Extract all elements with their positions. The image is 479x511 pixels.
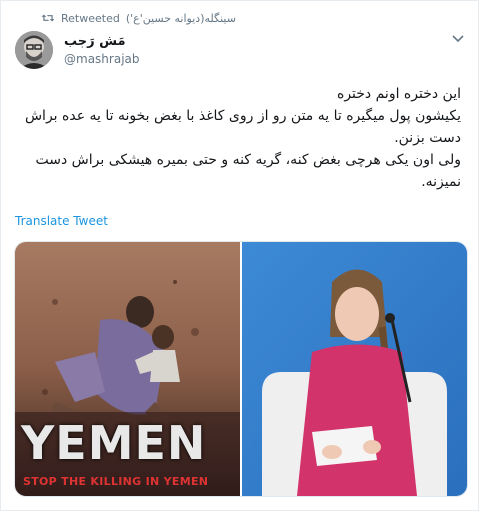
author-display-name[interactable]: مَش رَجب	[64, 34, 126, 49]
translate-tweet-link[interactable]: Translate Tweet	[15, 214, 108, 228]
avatar-image	[15, 31, 53, 69]
tweet-line: این دختره اونم دختره	[336, 86, 461, 102]
tweet-card[interactable]: Retweeted سینگله(دیوانه حسین'ع') مَش رَج…	[0, 0, 479, 511]
retweet-label: Retweeted	[61, 11, 120, 25]
tweet-text: این دختره اونم دختره یکیشون پول میگیره ت…	[15, 83, 461, 193]
media-grid: YEMEN STOP THE KILLING IN YEMEN	[14, 241, 468, 497]
yemen-tagline: STOP THE KILLING IN YEMEN	[23, 475, 209, 488]
retweeter-name[interactable]: سینگله(دیوانه حسین'ع')	[126, 12, 236, 25]
speaker-photo[interactable]	[242, 242, 467, 496]
retweet-context: Retweeted سینگله(دیوانه حسین'ع')	[41, 10, 236, 26]
chevron-down-icon[interactable]	[451, 34, 465, 44]
yemen-children-photo[interactable]: YEMEN STOP THE KILLING IN YEMEN	[15, 242, 240, 496]
author-handle[interactable]: @mashrajab	[64, 52, 140, 66]
tweet-line: یکیشون پول میگیره تا یه متن رو از روی کا…	[24, 108, 461, 146]
speaker-photo-graphic	[242, 242, 467, 496]
tweet-line: ولی اون یکی هرچی بغض کنه، گریه کنه و حتی…	[35, 152, 461, 190]
avatar[interactable]	[15, 31, 53, 69]
retweet-icon	[41, 14, 55, 22]
yemen-title: YEMEN	[21, 416, 207, 470]
